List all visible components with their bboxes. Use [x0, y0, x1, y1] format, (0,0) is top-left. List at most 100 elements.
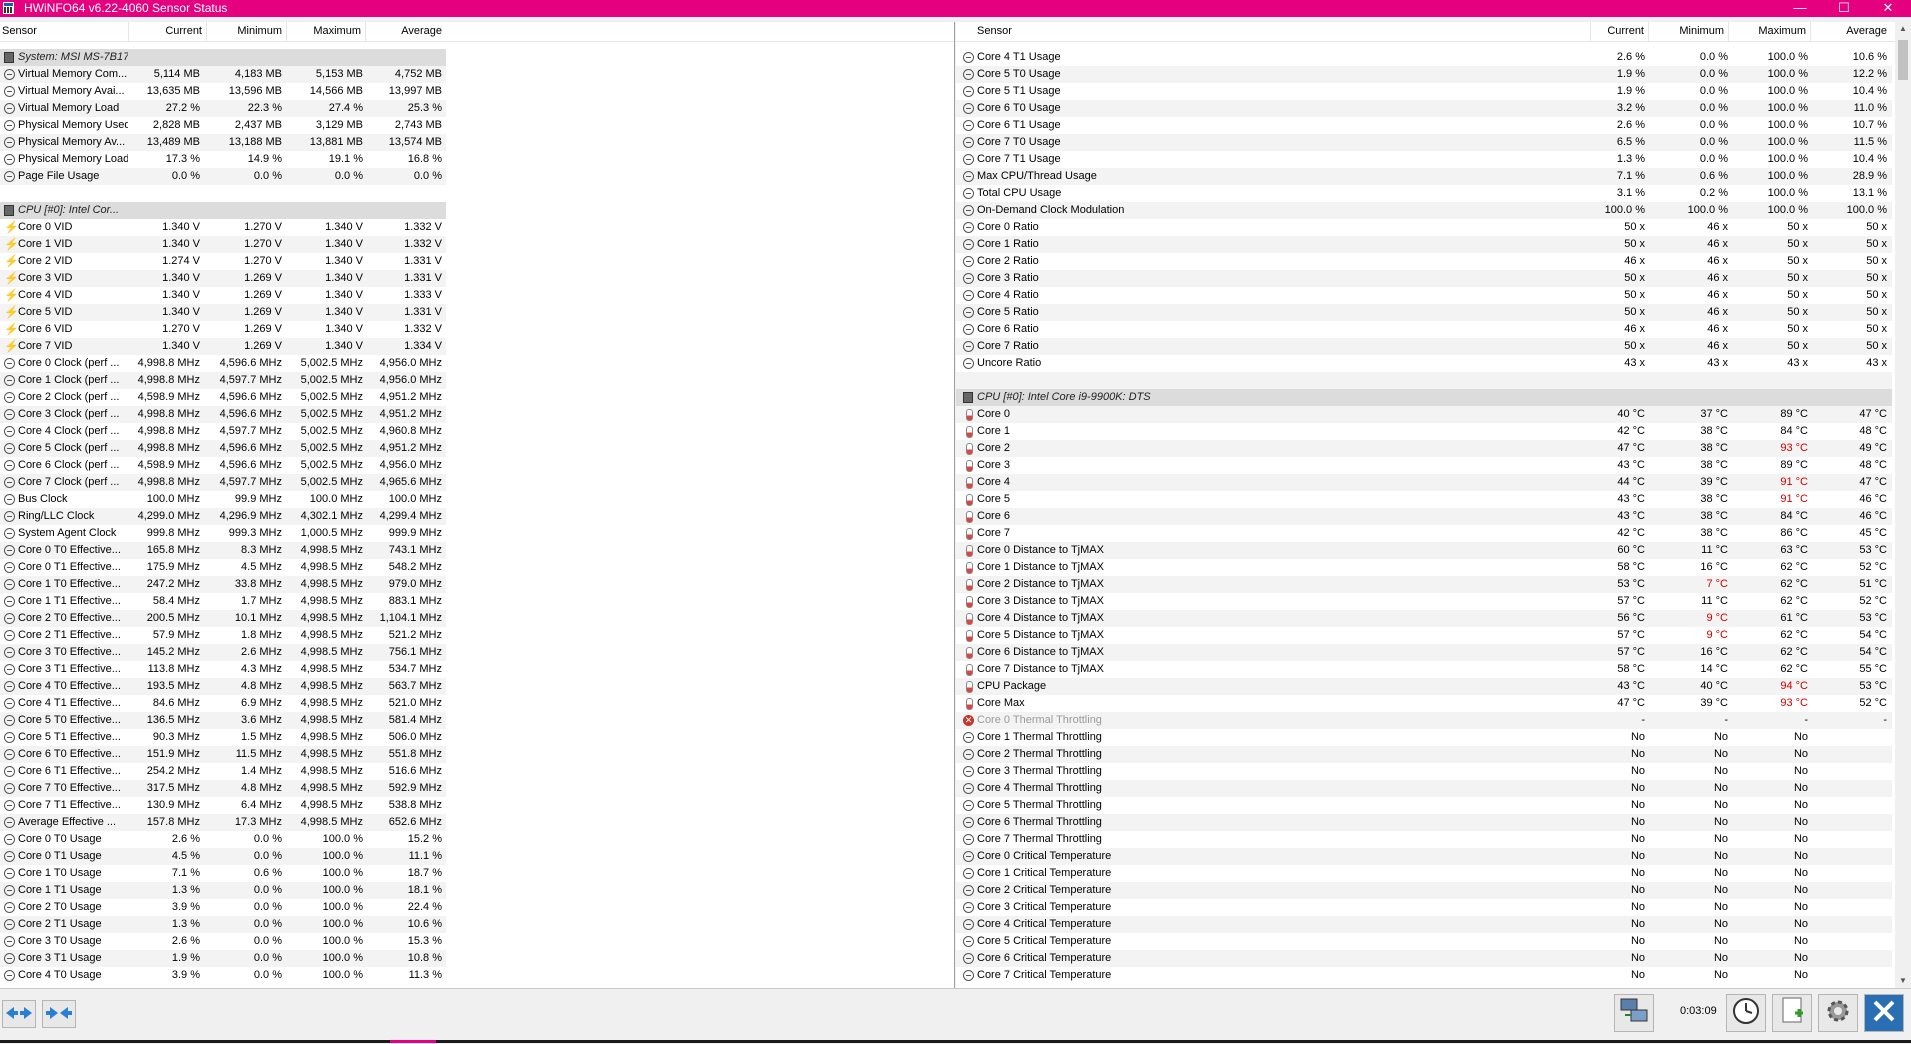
sensor-row[interactable]: Core 5 T1 Effective... 90.3 MHz 1.5 MHz 4,9… [0, 729, 954, 746]
sensor-row[interactable]: ⚡ Core 5 VID 1.340 V 1.269 V 1.340 V 1.331 V [0, 304, 954, 321]
column-minimum[interactable]: Minimum [206, 22, 287, 41]
back-arrows-button[interactable] [2, 1000, 36, 1028]
sensor-group-row[interactable]: CPU [#0]: Intel Cor... [0, 202, 954, 219]
clock-button[interactable] [1726, 994, 1766, 1032]
scroll-down-icon[interactable]: ▼ [1895, 974, 1911, 988]
sensor-row[interactable]: Core 7 Ratio 50 x 46 x 50 x 50 x [956, 338, 1895, 355]
sensor-row[interactable]: Core 5 T1 Usage 1.9 % 0.0 % 100.0 % 10.4 % [956, 83, 1895, 100]
sensor-row[interactable]: Core 1 Thermal Throttling No No No [956, 729, 1895, 746]
sensor-row[interactable]: Bus Clock 100.0 MHz 99.9 MHz 100.0 MHz 100.0… [0, 491, 954, 508]
sensor-row[interactable]: Core 3 T0 Effective... 145.2 MHz 2.6 MHz 4,… [0, 644, 954, 661]
sensor-row[interactable]: Core 7 42 °C 38 °C 86 °C 45 °C [956, 525, 1895, 542]
sensor-row[interactable]: Core 7 Clock (perf ... 4,998.8 MHz 4,597.7… [0, 474, 954, 491]
sensor-row[interactable]: Core 0 T1 Usage 4.5 % 0.0 % 100.0 % 11.1 % [0, 848, 954, 865]
sensor-row[interactable]: Core 5 T0 Usage 1.9 % 0.0 % 100.0 % 12.2 % [956, 66, 1895, 83]
sensor-row[interactable]: Max CPU/Thread Usage 7.1 % 0.6 % 100.0 % 28.… [956, 168, 1895, 185]
maximize-button[interactable]: ☐ [1822, 0, 1866, 17]
network-button[interactable] [1614, 994, 1654, 1032]
sensor-row[interactable]: Ring/LLC Clock 4,299.0 MHz 4,296.9 MHz 4,30… [0, 508, 954, 525]
sensor-row[interactable]: Core 5 43 °C 38 °C 91 °C 46 °C [956, 491, 1895, 508]
sensor-row[interactable]: Core 7 T0 Usage 6.5 % 0.0 % 100.0 % 11.5 % [956, 134, 1895, 151]
column-current[interactable]: Current [1570, 22, 1649, 41]
sensor-row[interactable]: Core 1 Ratio 50 x 46 x 50 x 50 x [956, 236, 1895, 253]
sensor-row[interactable]: Core 7 T1 Effective... 130.9 MHz 6.4 MHz 4,… [0, 797, 954, 814]
sensor-row[interactable]: Core 2 T1 Effective... 57.9 MHz 1.8 MHz 4,9… [0, 627, 954, 644]
sensor-row[interactable]: Core 4 T0 Usage 3.9 % 0.0 % 100.0 % 11.3 % [0, 967, 954, 984]
sensor-row[interactable]: Core 2 T1 Usage 1.3 % 0.0 % 100.0 % 10.6 % [0, 916, 954, 933]
sensor-row[interactable]: Core 5 Thermal Throttling No No No [956, 797, 1895, 814]
sensor-group-row[interactable]: CPU [#0]: Intel Core i9-9900K: DTS [956, 389, 1895, 406]
sensor-row[interactable]: Core 5 T0 Effective... 136.5 MHz 3.6 MHz 4,… [0, 712, 954, 729]
sensor-row[interactable]: Core 0 Critical Temperature No No No [956, 848, 1895, 865]
sensor-row[interactable]: Core 7 Thermal Throttling No No No [956, 831, 1895, 848]
sensor-row[interactable]: Core 3 Ratio 50 x 46 x 50 x 50 x [956, 270, 1895, 287]
sensor-row[interactable]: Core 2 Clock (perf ... 4,598.9 MHz 4,596.6… [0, 389, 954, 406]
add-report-button[interactable] [1772, 994, 1812, 1032]
column-average[interactable]: Average [1810, 22, 1887, 41]
minimize-button[interactable]: — [1778, 0, 1822, 17]
column-sensor[interactable]: Sensor [956, 22, 1591, 41]
sensor-group-row[interactable]: System: MSI MS-7B17 [0, 49, 954, 66]
sensor-row[interactable]: Core 4 Clock (perf ... 4,998.8 MHz 4,597.7… [0, 423, 954, 440]
sensor-row[interactable]: Core 7 T1 Usage 1.3 % 0.0 % 100.0 % 10.4 % [956, 151, 1895, 168]
sensor-row[interactable]: On-Demand Clock Modulation 100.0 % 100.0 %… [956, 202, 1895, 219]
sensor-row[interactable]: Physical Memory Av... 13,489 MB 13,188 MB 1… [0, 134, 954, 151]
vertical-scrollbar[interactable]: ▲ ▼ [1895, 22, 1911, 988]
column-minimum[interactable]: Minimum [1648, 22, 1729, 41]
sensor-row[interactable]: Virtual Memory Avai... 13,635 MB 13,596 MB… [0, 83, 954, 100]
sensor-row[interactable]: Core 3 T0 Usage 2.6 % 0.0 % 100.0 % 15.3 % [0, 933, 954, 950]
sensor-row[interactable]: ⚡ Core 0 VID 1.340 V 1.270 V 1.340 V 1.332 V [0, 219, 954, 236]
sensor-row[interactable]: Core 1 Clock (perf ... 4,998.8 MHz 4,597.7… [0, 372, 954, 389]
sensor-row[interactable]: Core 2 Thermal Throttling No No No [956, 746, 1895, 763]
column-maximum[interactable]: Maximum [1728, 22, 1811, 41]
sensor-row[interactable]: Core 6 43 °C 38 °C 84 °C 46 °C [956, 508, 1895, 525]
sensor-row[interactable]: Core 1 T1 Usage 1.3 % 0.0 % 100.0 % 18.1 % [0, 882, 954, 899]
sensor-row[interactable]: Core 4 Ratio 50 x 46 x 50 x 50 x [956, 287, 1895, 304]
sensor-row[interactable]: Core 1 T0 Effective... 247.2 MHz 33.8 MHz 4… [0, 576, 954, 593]
sensor-row[interactable]: Core 7 Distance to TjMAX 58 °C 14 °C 62 °C 5… [956, 661, 1895, 678]
sensor-row[interactable]: Core 1 Critical Temperature No No No [956, 865, 1895, 882]
sensor-row[interactable]: ⚡ Core 3 VID 1.340 V 1.269 V 1.340 V 1.331 V [0, 270, 954, 287]
sensor-row[interactable]: Core 4 T1 Usage 2.6 % 0.0 % 100.0 % 10.6 % [956, 49, 1895, 66]
sensor-row[interactable]: Core 6 T1 Effective... 254.2 MHz 1.4 MHz 4,… [0, 763, 954, 780]
sensor-row[interactable]: Core 0 T0 Usage 2.6 % 0.0 % 100.0 % 15.2 % [0, 831, 954, 848]
sensor-row[interactable]: Core 5 Distance to TjMAX 57 °C 9 °C 62 °C 54… [956, 627, 1895, 644]
sensor-row[interactable]: Core 5 Critical Temperature No No No [956, 933, 1895, 950]
sensor-row[interactable]: Total CPU Usage 3.1 % 0.2 % 100.0 % 13.1 % [956, 185, 1895, 202]
sensor-row[interactable]: Core 4 44 °C 39 °C 91 °C 47 °C [956, 474, 1895, 491]
sensor-row[interactable]: System Agent Clock 999.8 MHz 999.3 MHz 1,00… [0, 525, 954, 542]
sensor-row[interactable]: Virtual Memory Com... 5,114 MB 4,183 MB 5,1… [0, 66, 954, 83]
settings-button[interactable] [1818, 994, 1858, 1032]
sensor-row[interactable]: Core 4 T0 Effective... 193.5 MHz 4.8 MHz 4,… [0, 678, 954, 695]
sensor-row[interactable]: Core 0 Clock (perf ... 4,998.8 MHz 4,596.6… [0, 355, 954, 372]
scroll-thumb[interactable] [1898, 40, 1908, 80]
sensor-row[interactable]: ⚡ Core 6 VID 1.270 V 1.269 V 1.340 V 1.332 V [0, 321, 954, 338]
sensor-row[interactable]: Core 1 42 °C 38 °C 84 °C 48 °C [956, 423, 1895, 440]
sensor-row[interactable]: Core 3 43 °C 38 °C 89 °C 48 °C [956, 457, 1895, 474]
sensor-row[interactable]: Physical Memory Load 17.3 % 14.9 % 19.1 % 16… [0, 151, 954, 168]
sensor-row[interactable]: CPU Package 43 °C 40 °C 94 °C 53 °C [956, 678, 1895, 695]
sensor-row[interactable]: ⚡ Core 7 VID 1.340 V 1.269 V 1.340 V 1.334 V [0, 338, 954, 355]
sensor-row[interactable]: ✕ Core 0 Thermal Throttling - - - - [956, 712, 1895, 729]
sensor-row[interactable]: Core 2 Ratio 46 x 46 x 50 x 50 x [956, 253, 1895, 270]
sensor-row[interactable]: Core 3 T1 Effective... 113.8 MHz 4.3 MHz 4,… [0, 661, 954, 678]
sensor-row[interactable]: ⚡ Core 1 VID 1.340 V 1.270 V 1.340 V 1.332 V [0, 236, 954, 253]
sensor-row[interactable]: Core 3 Clock (perf ... 4,998.8 MHz 4,596.6… [0, 406, 954, 423]
column-average[interactable]: Average [365, 22, 442, 41]
sensor-row[interactable]: Core 5 Clock (perf ... 4,998.8 MHz 4,596.6… [0, 440, 954, 457]
scroll-up-icon[interactable]: ▲ [1895, 22, 1911, 36]
sensor-row[interactable]: Core 6 T1 Usage 2.6 % 0.0 % 100.0 % 10.7 % [956, 117, 1895, 134]
sensor-row[interactable]: Core Max 47 °C 39 °C 93 °C 52 °C [956, 695, 1895, 712]
column-sensor[interactable]: Sensor [0, 22, 129, 41]
sensor-row[interactable]: Uncore Ratio 43 x 43 x 43 x 43 x [956, 355, 1895, 372]
sensor-row[interactable]: Core 6 T0 Effective... 151.9 MHz 11.5 MHz 4… [0, 746, 954, 763]
sensor-row[interactable]: Core 3 Distance to TjMAX 57 °C 11 °C 62 °C 5… [956, 593, 1895, 610]
sensor-row[interactable]: Core 6 Thermal Throttling No No No [956, 814, 1895, 831]
sensor-row[interactable]: Core 3 T1 Usage 1.9 % 0.0 % 100.0 % 10.8 % [0, 950, 954, 967]
sensor-row[interactable]: Core 6 T0 Usage 3.2 % 0.0 % 100.0 % 11.0 % [956, 100, 1895, 117]
sensor-row[interactable]: Core 1 T1 Effective... 58.4 MHz 1.7 MHz 4,9… [0, 593, 954, 610]
sensor-row[interactable]: Core 7 Critical Temperature No No No [956, 967, 1895, 984]
sensor-row[interactable]: Core 4 Critical Temperature No No No [956, 916, 1895, 933]
sensor-row[interactable]: Core 2 47 °C 38 °C 93 °C 49 °C [956, 440, 1895, 457]
sensor-row[interactable]: Core 6 Clock (perf ... 4,598.9 MHz 4,596.6… [0, 457, 954, 474]
